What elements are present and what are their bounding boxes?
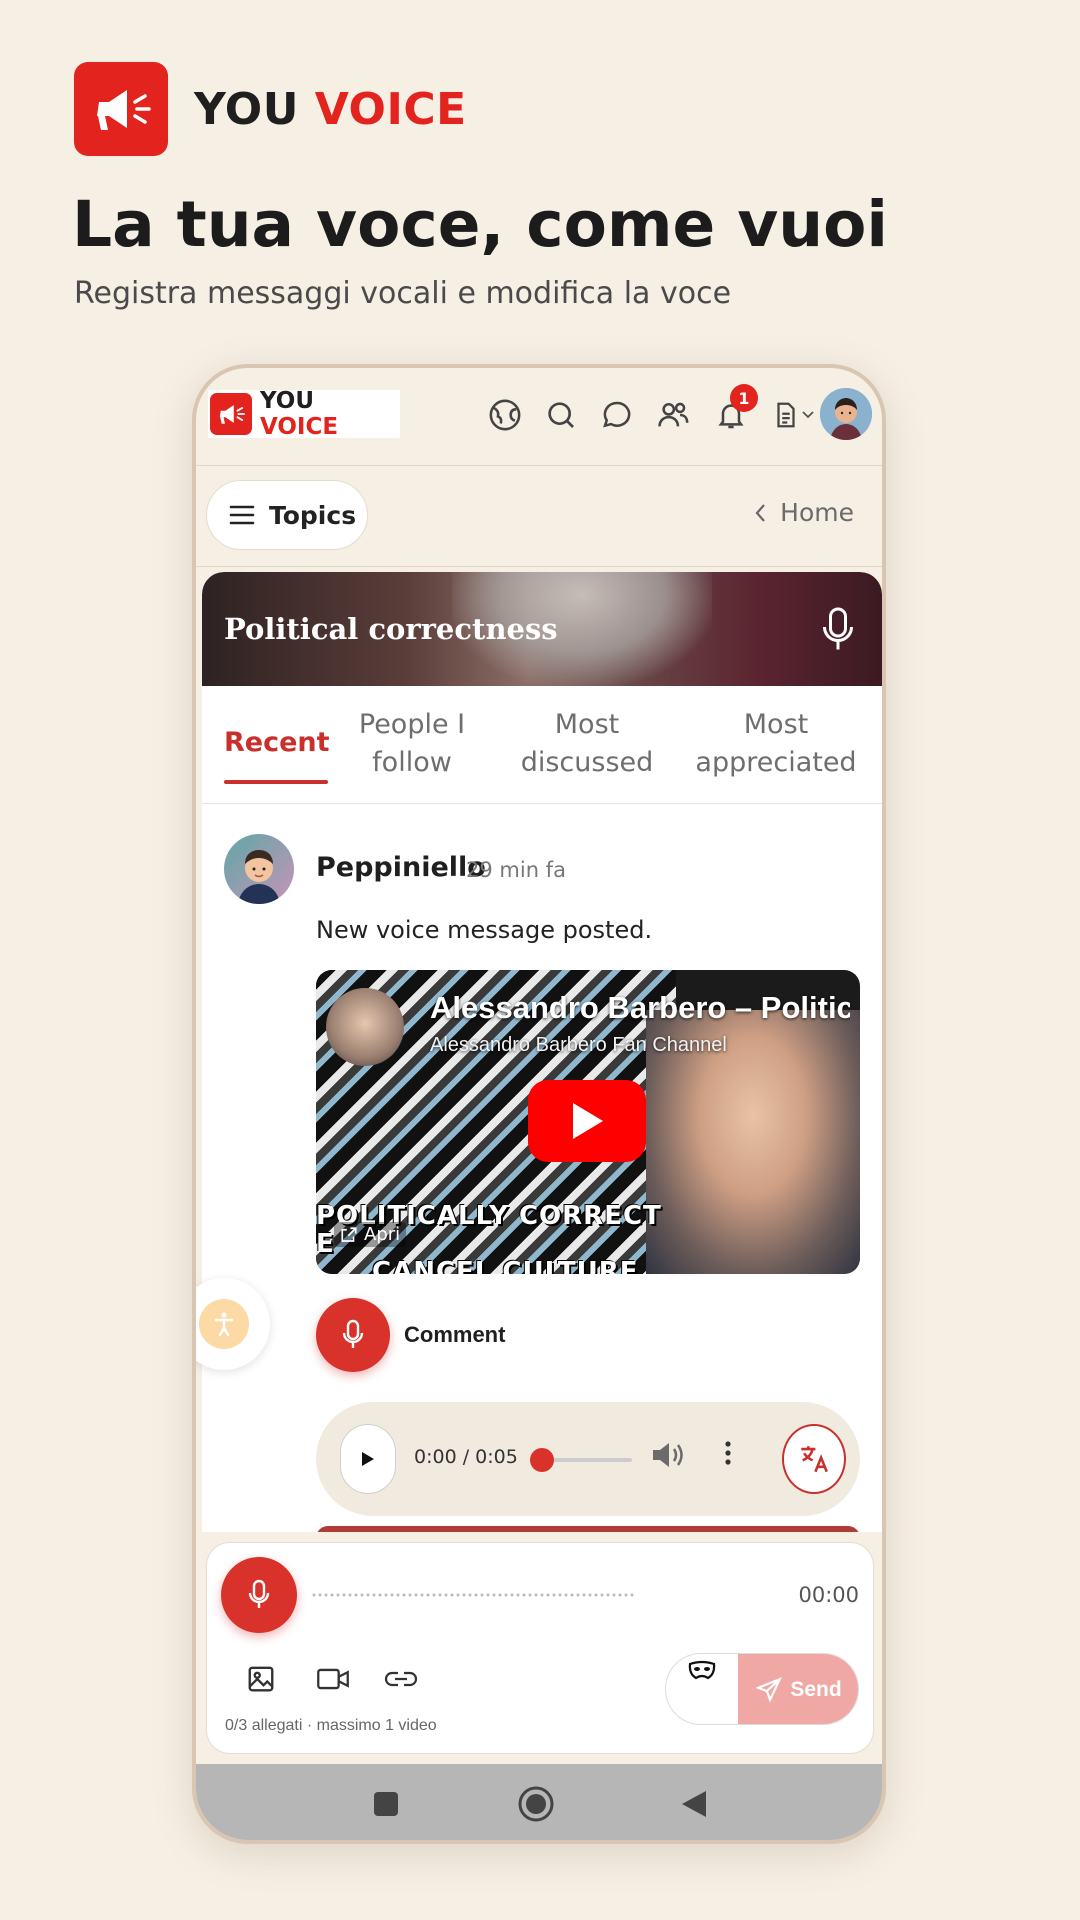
post-author-name[interactable]: Peppiniello: [316, 852, 486, 883]
user-avatar[interactable]: [820, 388, 872, 440]
video-channel: Alessandro Barbero Fan Channel: [430, 1034, 727, 1056]
volume-icon[interactable]: [650, 1440, 686, 1478]
attachments-info: 0/3 allegati · massimo 1 video: [225, 1717, 437, 1734]
home-back-link[interactable]: Home: [754, 498, 854, 527]
home-label: Home: [780, 498, 854, 527]
tab-most-appreciated[interactable]: Most appreciated: [686, 706, 866, 782]
promo-brand: YOU VOICE: [74, 62, 467, 156]
translate-button[interactable]: [782, 1424, 846, 1494]
people-icon[interactable]: [654, 396, 692, 434]
topics-button[interactable]: Topics: [206, 480, 368, 550]
recording-time: 00:00: [798, 1583, 859, 1607]
audio-seek-knob[interactable]: [530, 1448, 554, 1472]
brand-name: YOU VOICE: [194, 83, 467, 135]
audio-time: 0:00 / 0:05: [414, 1446, 518, 1468]
app-logo[interactable]: YOU VOICE: [208, 388, 400, 440]
voice-composer: 00:00 0/3 allegati · massimo 1 video Sen…: [206, 1542, 874, 1754]
topics-label: Topics: [269, 500, 357, 530]
play-icon: [573, 1103, 603, 1139]
home-nav-icon[interactable]: [518, 1786, 554, 1822]
promo-headline: La tua voce, come vuoi: [72, 188, 889, 261]
promo-subline: Registra messaggi vocali e modifica la v…: [74, 276, 732, 311]
waveform-placeholder: [311, 1593, 635, 1597]
video-icon[interactable]: [311, 1661, 355, 1697]
comment-label[interactable]: Comment: [404, 1322, 505, 1348]
phone-frame: YOU VOICE 1 Topics Home Political correc…: [192, 364, 886, 1844]
post-time: 29 min fa: [466, 858, 566, 882]
megaphone-icon: [210, 393, 252, 435]
send-button[interactable]: Send: [738, 1654, 858, 1724]
tab-recent[interactable]: Recent: [224, 724, 330, 762]
bell-icon[interactable]: 1: [712, 384, 758, 434]
play-video-button[interactable]: [528, 1080, 646, 1162]
system-nav-bar: [196, 1764, 882, 1840]
recents-nav-icon[interactable]: [368, 1786, 404, 1822]
play-icon: [362, 1452, 374, 1466]
app-top-bar: YOU VOICE 1: [196, 368, 882, 466]
audio-play-button[interactable]: [340, 1424, 396, 1494]
chat-icon[interactable]: [598, 396, 636, 434]
chevron-left-icon: [755, 503, 765, 522]
external-link-icon: [341, 1226, 357, 1242]
post-text: New voice message posted.: [316, 916, 653, 944]
microphone-icon: [342, 1319, 364, 1348]
notification-badge: 1: [730, 384, 758, 412]
link-icon[interactable]: [379, 1661, 423, 1697]
tab-people-i-follow[interactable]: People Ifollow: [352, 706, 472, 782]
open-external-button[interactable]: Apri: [334, 1222, 407, 1247]
image-icon[interactable]: [243, 1661, 279, 1697]
send-icon: [756, 1677, 783, 1703]
globe-icon[interactable]: [486, 396, 524, 434]
video-title[interactable]: Alessandro Barbero – Politic: [430, 990, 850, 1026]
topic-card: Political correctness Recent People Ifol…: [202, 572, 882, 1532]
audio-player: 0:00 / 0:05: [316, 1402, 860, 1516]
record-button[interactable]: [221, 1557, 297, 1633]
channel-avatar[interactable]: [326, 988, 404, 1066]
youtube-embed[interactable]: POLITICALLY CORRECT E CANCEL CULTURE Ale…: [316, 970, 860, 1274]
back-nav-icon[interactable]: [676, 1786, 712, 1822]
megaphone-logo-icon: [74, 62, 168, 156]
microphone-icon[interactable]: [820, 606, 856, 658]
translate-icon: [801, 1446, 828, 1473]
search-icon[interactable]: [542, 396, 580, 434]
microphone-icon: [248, 1579, 270, 1608]
voice-mask-button[interactable]: [666, 1654, 738, 1724]
document-menu-icon[interactable]: [764, 396, 822, 434]
menu-icon: [229, 505, 255, 525]
mask-icon: [688, 1660, 716, 1680]
topic-banner: Political correctness: [202, 572, 882, 686]
more-options-icon[interactable]: [724, 1440, 732, 1473]
tab-most-discussed[interactable]: Most discussed: [512, 706, 662, 782]
next-post-edge: [316, 1526, 860, 1532]
comment-mic-button[interactable]: [316, 1298, 390, 1372]
topic-tabs: Recent People Ifollow Most discussed Most…: [202, 686, 882, 804]
divider: [196, 566, 882, 567]
voice-mask-send-group: Send: [665, 1653, 859, 1725]
accessibility-icon: [214, 1312, 234, 1337]
topic-title: Political correctness: [224, 612, 558, 646]
active-tab-indicator: [224, 780, 328, 784]
post-author-avatar[interactable]: [224, 834, 294, 904]
